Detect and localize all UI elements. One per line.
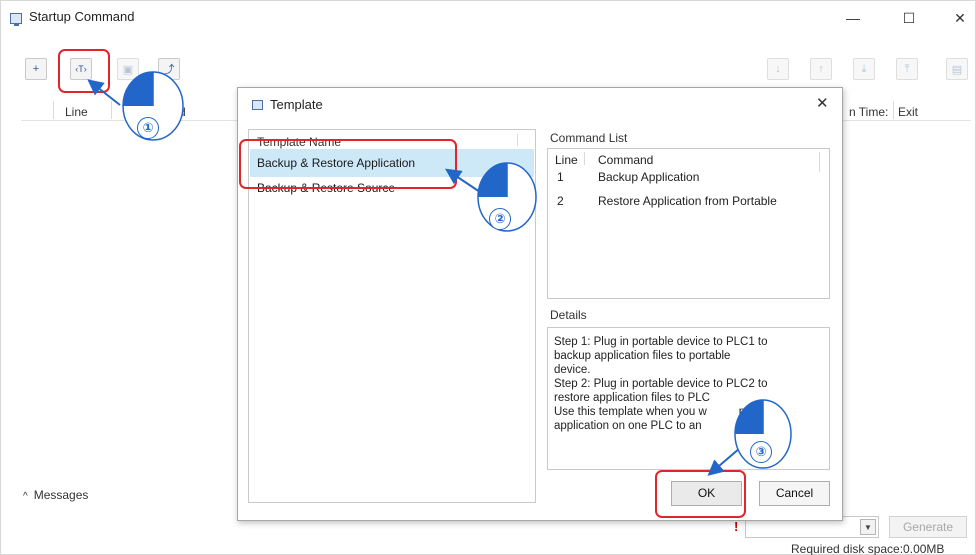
step-2-badge: ②	[489, 208, 511, 230]
mouse-pointer-icon	[707, 399, 792, 476]
annotation-pointers	[87, 71, 792, 476]
step-3-badge: ③	[750, 441, 772, 463]
step-1-badge: ①	[137, 117, 159, 139]
